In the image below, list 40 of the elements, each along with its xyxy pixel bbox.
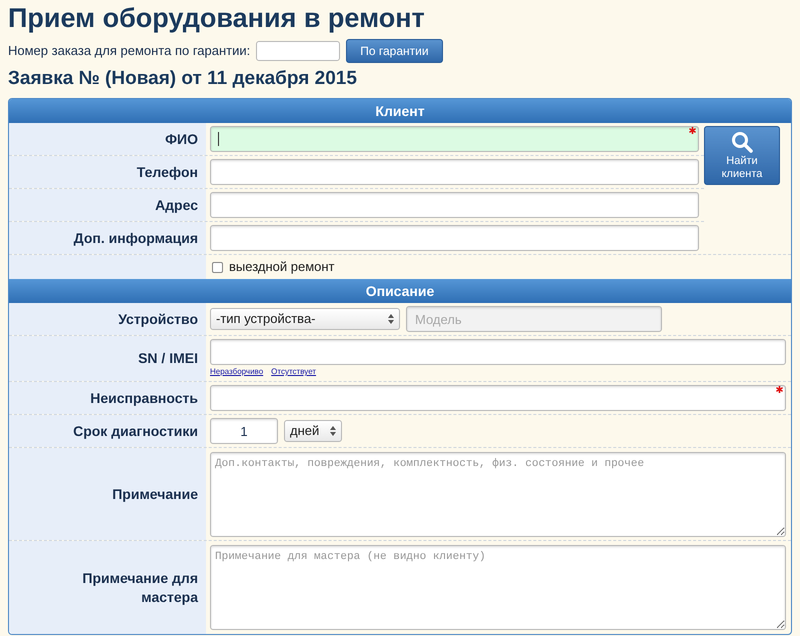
field-label: Устройство	[118, 310, 198, 328]
text-field[interactable]	[210, 225, 699, 251]
page-title: Прием оборудования в ремонт	[8, 2, 426, 35]
asterisk-icon	[776, 386, 783, 393]
days-field[interactable]: 1	[210, 418, 278, 444]
dropdown[interactable]: дней	[284, 420, 342, 442]
search-icon	[731, 130, 753, 152]
find-client-button[interactable]: Найти клиента	[704, 126, 780, 185]
text-field[interactable]	[210, 126, 699, 152]
field-label: Срок диагностики	[73, 422, 198, 440]
field-label: Неисправность	[90, 388, 198, 408]
field-label: Примечание	[112, 484, 198, 504]
field-label: Адрес	[155, 196, 198, 214]
warranty-label: Номер заказа для ремонта по гарантии:	[8, 42, 250, 60]
text-field[interactable]	[210, 192, 699, 218]
checkbox[interactable]	[212, 262, 223, 272]
section-header: Клиент	[9, 99, 791, 123]
note-field[interactable]: Примечание для мастера (не видно клиенту)	[210, 545, 786, 630]
checkbox-label: выездной ремонт	[229, 258, 334, 276]
text-field[interactable]	[210, 159, 699, 185]
model-field[interactable]: Модель	[406, 306, 662, 332]
text-field[interactable]	[210, 385, 786, 411]
serial-field[interactable]	[210, 339, 786, 365]
field-label: ФИО	[165, 130, 198, 148]
field-label: SN / IMEI	[138, 349, 198, 368]
field-label: Доп. информация	[74, 228, 198, 248]
text-cursor	[218, 132, 219, 146]
updown-icon	[330, 426, 336, 436]
section-header: Описание	[9, 279, 791, 303]
updown-icon	[388, 314, 394, 324]
note-field[interactable]: Доп.контакты, повреждения, комплектность, физ. состояние и прочее	[210, 452, 786, 536]
field-label: Примечание для мастера	[81, 568, 198, 606]
field-label: Телефон	[136, 162, 198, 182]
link[interactable]: Неразборчиво	[210, 366, 264, 378]
dropdown[interactable]: -тип устройства-	[210, 308, 400, 330]
link[interactable]: Отсутствует	[271, 366, 316, 378]
warranty-button[interactable]: По гарантии	[346, 39, 443, 63]
asterisk-icon	[689, 127, 696, 134]
request-title: Заявка № (Новая) от 11 декабря 2015	[8, 67, 358, 91]
order-number-field[interactable]	[256, 41, 340, 61]
